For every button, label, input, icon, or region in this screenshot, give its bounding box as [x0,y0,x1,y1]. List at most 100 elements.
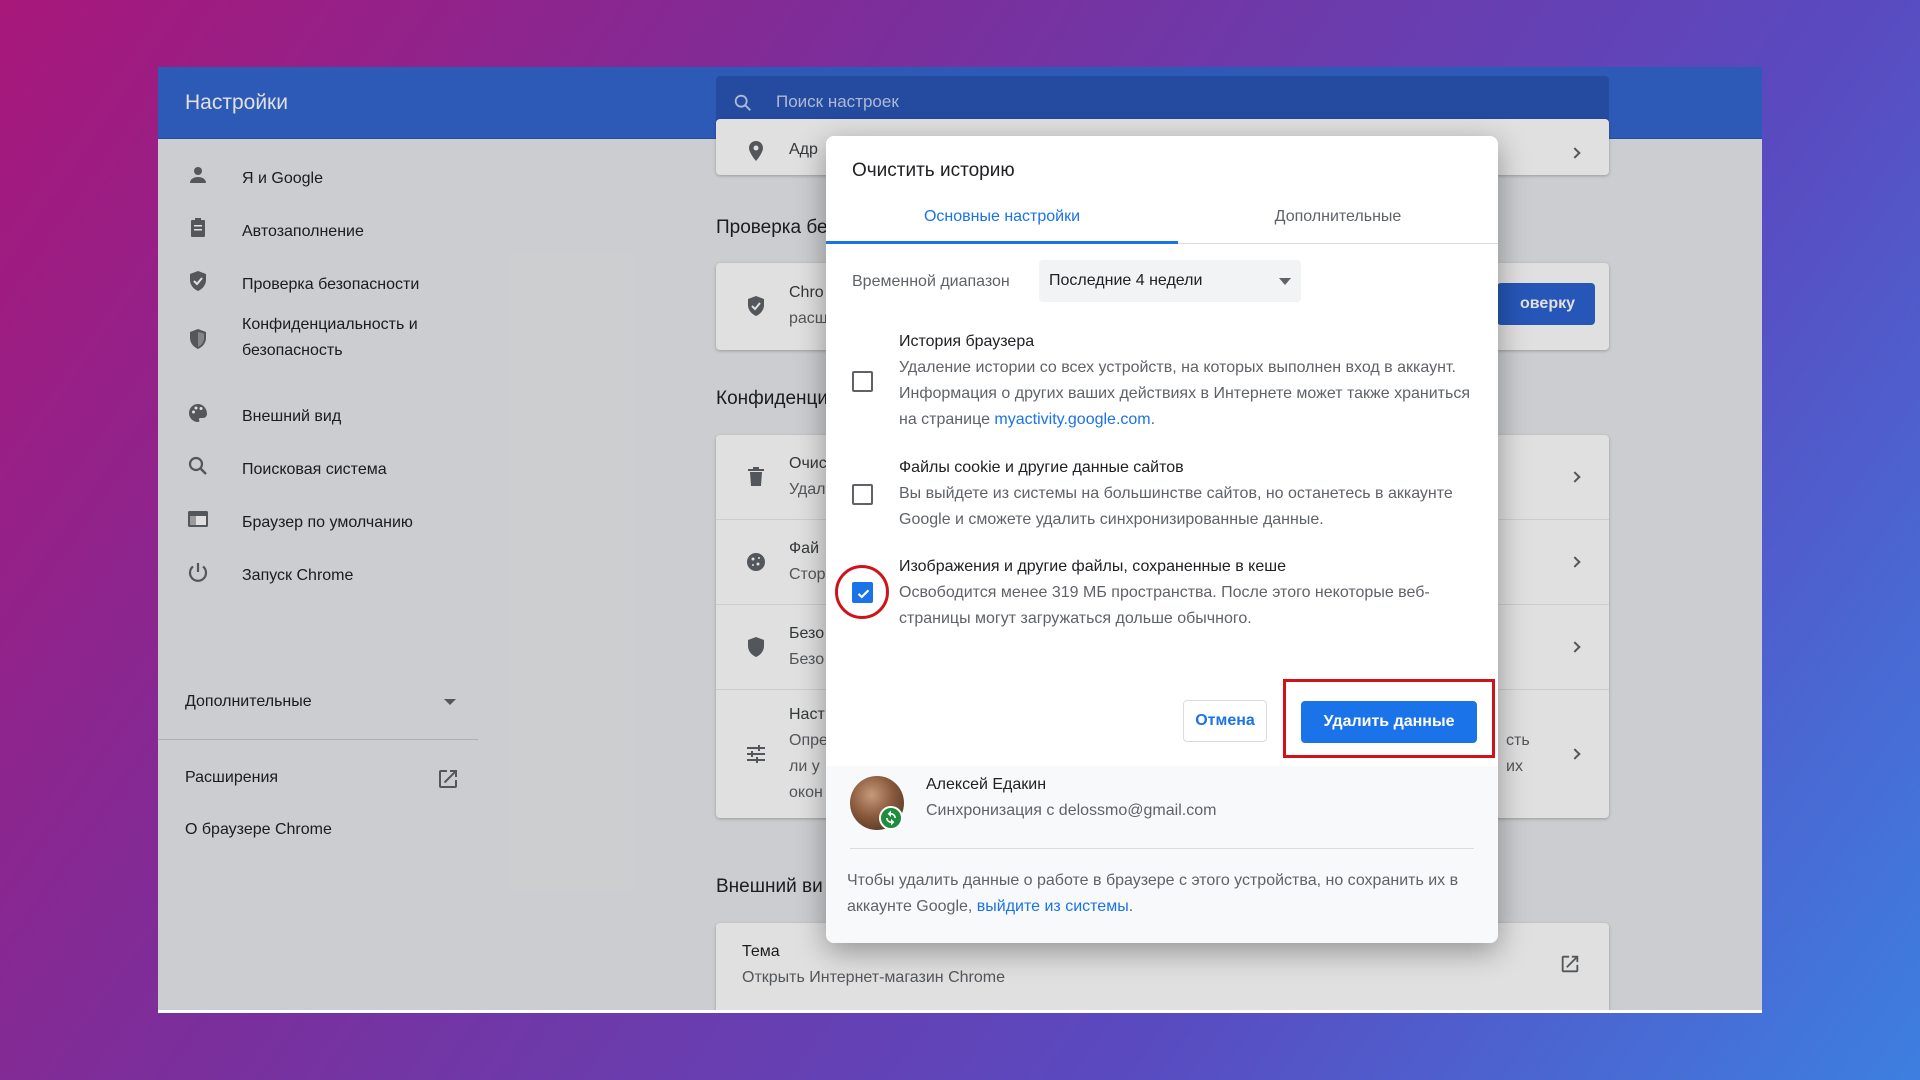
tab-active-indicator [826,241,1178,244]
site-settings-line3: ли у [789,758,820,775]
theme-subtitle: Открыть Интернет-магазин Chrome [742,969,1005,986]
open-in-new-icon[interactable] [1559,953,1581,975]
trash-icon [748,467,764,486]
chevron-right-icon [1569,471,1581,483]
browsing-history-checkbox[interactable] [852,371,873,392]
cookies-title: Файлы cookie и другие данные сайтов [899,459,1184,476]
person-icon [190,167,206,183]
sign-out-note-text: Чтобы удалить данные о работе в браузере… [847,872,1459,915]
sync-arrows-icon [886,810,896,826]
tab-basic[interactable]: Основные настройки [826,208,1178,238]
sidebar-item-autofill[interactable]: Автозаполнение [158,206,484,250]
security-subtitle: Безо [789,651,825,668]
power-icon [188,563,208,582]
account-sync-status: Синхронизация с delossmo@gmail.com [926,802,1217,819]
sidebar-item-label: Автозаполнение [242,223,364,240]
clipboard-icon [191,218,205,237]
security-title: Безо [789,625,825,642]
cached-images-checkbox[interactable] [852,582,873,603]
account-name: Алексей Едакин [926,776,1047,793]
cookies-subtitle: Стор [789,566,826,583]
run-safety-check-button[interactable]: оверку [1497,283,1595,325]
shield-check-icon [190,271,206,291]
sidebar-item-default-browser[interactable]: Браузер по умолчанию [158,497,484,541]
shield-icon [748,637,764,657]
sidebar-item-you-and-google[interactable]: Я и Google [158,153,484,197]
site-settings-right-2: их [1506,758,1523,775]
browsing-history-desc: Удаление истории со всех устройств, на к… [899,355,1479,433]
safety-check-heading: Проверка бе [716,217,828,238]
theme-title: Тема [742,943,780,960]
sidebar-divider [158,739,478,740]
sidebar-item-label: Поисковая система [242,461,387,478]
browsing-history-desc-end: . [1150,411,1156,428]
cookies-checkbox[interactable] [852,484,873,505]
dialog-title: Очистить историю [852,160,1015,181]
sidebar-item-search-engine[interactable]: Поисковая система [158,444,484,488]
clear-data-subtitle: Удал [789,481,826,498]
shield-icon [190,329,206,349]
myactivity-link[interactable]: myactivity.google.com [994,411,1150,428]
sidebar-extensions[interactable]: Расширения [185,769,278,787]
clear-data-title: Очис [789,455,827,472]
sign-out-note: Чтобы удалить данные о работе в браузере… [847,868,1477,920]
dropdown-arrow-icon [1279,278,1291,285]
chevron-right-icon [1569,556,1581,568]
safety-check-text: Chro [789,284,824,301]
sidebar-item-label: Внешний вид [242,408,342,425]
checkmark-icon [857,589,870,599]
sidebar-advanced[interactable]: Дополнительные [185,693,312,711]
sidebar-item-safety-check[interactable]: Проверка безопасности [158,259,484,303]
frame-bottom-line [158,1010,1762,1013]
sign-out-link[interactable]: выйдите из системы [977,898,1129,915]
shield-check-icon [748,296,764,316]
safety-check-subtext: расш [789,310,828,327]
browsing-history-desc-text: Удаление истории со всех устройств, на к… [899,359,1470,428]
cached-images-title: Изображения и другие файлы, сохраненные … [899,558,1286,575]
sidebar-item-on-startup[interactable]: Запуск Chrome [158,550,484,594]
chevron-down-icon[interactable] [444,699,456,705]
sidebar-item-label: Конфиденциальность и безопасность [242,316,418,359]
location-pin-icon [749,141,763,161]
search-icon [734,94,751,111]
sidebar-about-chrome[interactable]: О браузере Chrome [185,821,332,839]
cookies-desc: Вы выйдете из системы на большинстве сай… [899,485,1453,528]
sidebar-item-label: Я и Google [242,170,323,187]
cancel-button[interactable]: Отмена [1183,700,1267,742]
clear-history-dialog: Очистить историю Основные настройки Допо… [826,136,1498,943]
browser-icon [188,511,208,527]
sidebar-item-privacy[interactable]: Конфиденциальность и безопасность [158,312,484,364]
browsing-history-title: История браузера [899,333,1035,350]
chevron-right-icon [1569,147,1581,159]
privacy-heading: Конфиденци [716,388,829,409]
sidebar: Я и Google Автозаполнение Проверка безоп… [158,139,484,1012]
cookie-icon [747,553,765,571]
account-divider [850,848,1474,849]
sidebar-item-label: Проверка безопасности [242,276,420,293]
cached-images-desc: Освободится менее 319 МБ пространства. П… [899,584,1430,627]
site-settings-right-1: сть [1506,732,1530,749]
sidebar-item-appearance[interactable]: Внешний вид [158,391,484,435]
time-range-select[interactable]: Последние 4 недели [1039,260,1301,302]
account-section: Алексей Едакин Синхронизация с delossmo@… [826,766,1498,943]
site-settings-line4: окон [789,784,823,801]
search-icon [188,456,207,475]
cookies-title: Фай [789,540,819,557]
open-in-new-icon[interactable] [436,767,460,791]
address-row-label: Адр [789,141,818,158]
sliders-icon [747,745,765,763]
time-range-label: Временной диапазон [852,273,1010,290]
chevron-right-icon [1569,748,1581,760]
site-settings-title: Наст [789,706,825,723]
sign-out-note-end: . [1128,898,1134,915]
sidebar-item-label: Браузер по умолчанию [242,514,413,531]
app-title: Настройки [185,91,288,114]
appearance-heading: Внешний ви [716,876,823,897]
chevron-right-icon [1569,641,1581,653]
tab-advanced[interactable]: Дополнительные [1178,208,1498,238]
clear-data-button[interactable]: Удалить данные [1301,701,1477,743]
palette-icon [188,404,207,422]
sync-icon [879,806,903,830]
sidebar-item-label: Запуск Chrome [242,567,354,584]
search-placeholder[interactable]: Поиск настроек [776,92,899,112]
